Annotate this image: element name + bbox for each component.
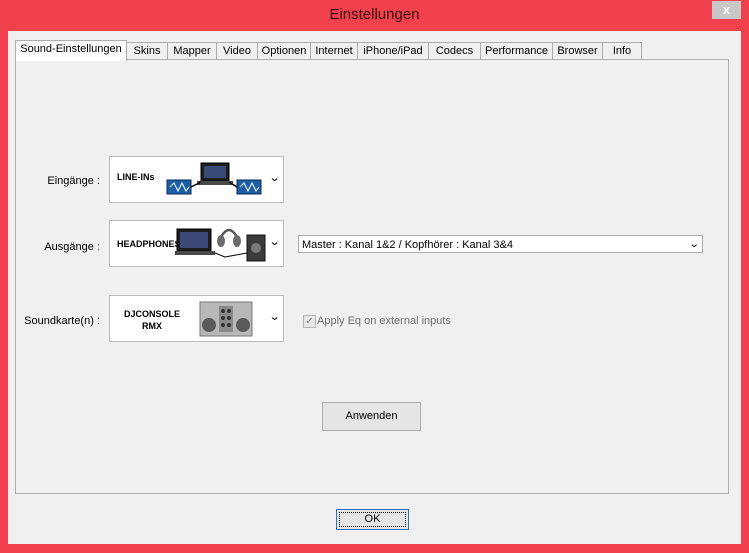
soundcard-label: Soundkarte(n) : [24, 315, 100, 327]
close-icon: x [722, 2, 731, 17]
output-mode-select[interactable]: Master : Kanal 1&2 / Kopfhörer : Kanal 3… [298, 235, 703, 253]
soundcard-combo[interactable]: DJCONSOLE RMX ⌄ [109, 295, 284, 342]
outputs-label: Ausgänge : [44, 241, 100, 253]
apply-eq-checkbox[interactable]: ✓ [303, 315, 316, 328]
inputs-label: Eingänge : [47, 175, 100, 187]
tab-mapper[interactable]: Mapper [167, 42, 217, 60]
close-button[interactable]: x [712, 1, 741, 19]
apply-eq-label: Apply Eq on external inputs [317, 315, 451, 327]
chevron-down-icon: ⌄ [268, 236, 281, 248]
inputs-combo[interactable]: LINE-INs ⌄ [109, 156, 284, 203]
headphones-image [175, 228, 266, 262]
inputs-combo-text: LINE-INs [117, 172, 155, 182]
dialog-client: Sound-Einstellungen Skins Mapper Video O… [8, 31, 741, 544]
focus-rect [339, 512, 406, 527]
djconsole-image [199, 301, 253, 337]
tab-sound-settings[interactable]: Sound-Einstellungen [15, 40, 127, 61]
output-mode-value: Master : Kanal 1&2 / Kopfhörer : Kanal 3… [302, 239, 513, 251]
outputs-combo-text: HEADPHONES [117, 239, 181, 249]
settings-panel: Eingänge : LINE-INs ⌄ Ausgänge : HEADPHO… [15, 59, 729, 494]
apply-button[interactable]: Anwenden [322, 402, 421, 431]
tab-iphone-ipad[interactable]: iPhone/iPad [357, 42, 429, 60]
tab-video[interactable]: Video [216, 42, 258, 60]
outputs-combo[interactable]: HEADPHONES ⌄ [109, 220, 284, 267]
tab-skins[interactable]: Skins [126, 42, 168, 60]
tab-optionen[interactable]: Optionen [257, 42, 311, 60]
tab-info[interactable]: Info [602, 42, 642, 60]
soundcard-combo-text: DJCONSOLE RMX [123, 309, 180, 331]
tab-codecs[interactable]: Codecs [428, 42, 481, 60]
ok-button[interactable]: OK [336, 509, 409, 530]
chevron-down-icon: ⌄ [268, 311, 281, 323]
title-bar: Einstellungen x [0, 0, 749, 30]
line-ins-image [166, 162, 262, 195]
window-title: Einstellungen [329, 6, 420, 23]
tab-performance[interactable]: Performance [480, 42, 553, 60]
chevron-down-icon: ⌄ [268, 172, 281, 184]
tab-internet[interactable]: Internet [310, 42, 358, 60]
chevron-down-icon: ⌄ [688, 239, 700, 250]
tab-browser[interactable]: Browser [552, 42, 603, 60]
